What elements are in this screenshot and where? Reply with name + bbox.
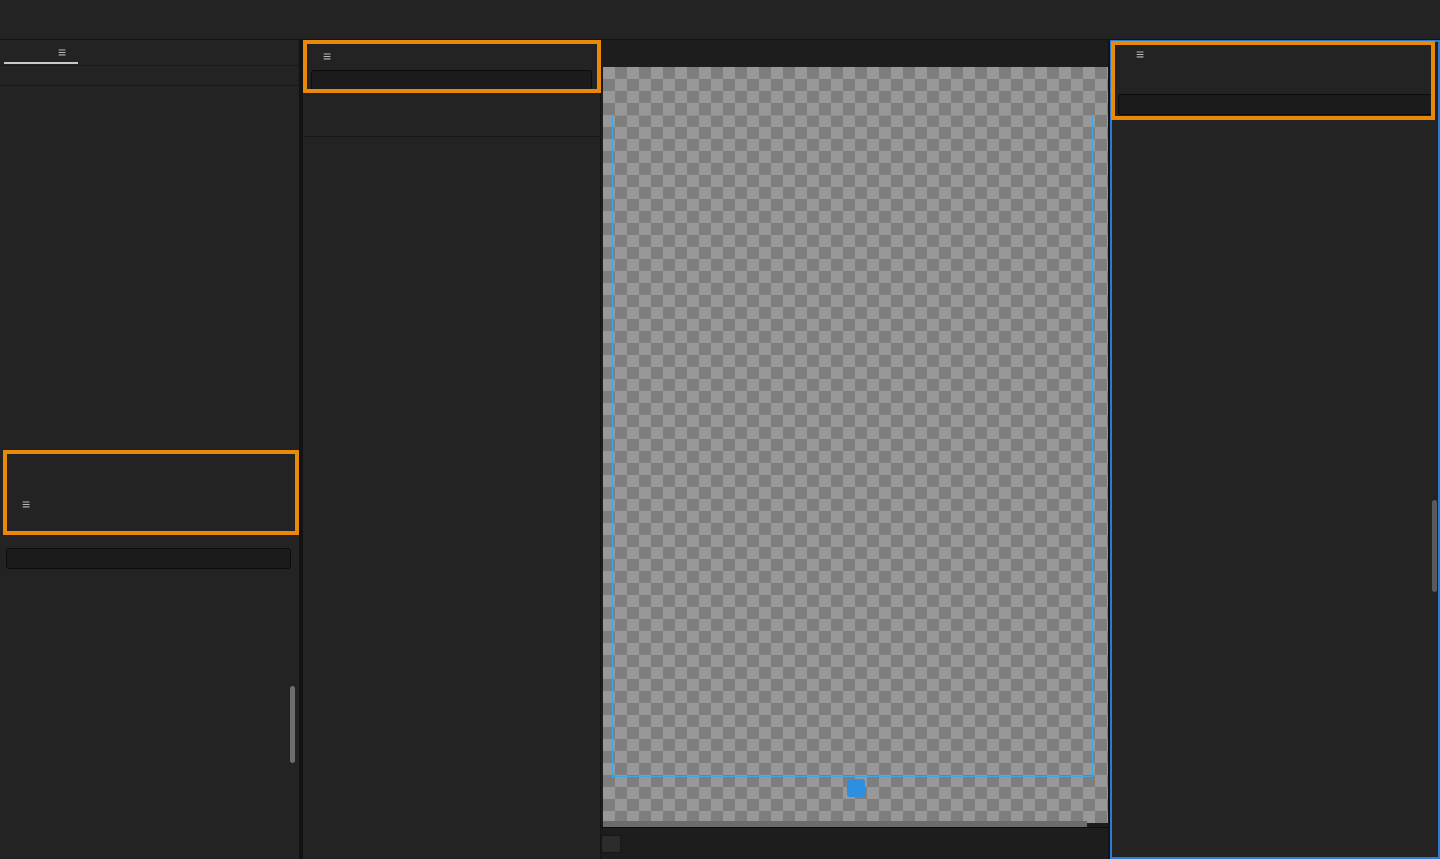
trigger-search-input[interactable] (6, 548, 291, 569)
trigger-scrollbar[interactable] (290, 686, 295, 763)
properties-scrollbar[interactable] (1432, 500, 1437, 592)
puppet-panel: ≡ (303, 40, 600, 859)
tree-column-header (303, 118, 600, 137)
trigger-set-row[interactable] (0, 522, 299, 546)
properties-panel-menu-icon[interactable]: ≡ (1136, 46, 1144, 62)
properties-panel: ≡ (1110, 40, 1440, 859)
home-button[interactable] (14, 8, 42, 32)
canvas-toolbar (601, 827, 1108, 859)
zoom-dropdown-button[interactable] (601, 835, 621, 853)
tab-projekt-underline (4, 62, 78, 64)
properties-target-row (1110, 70, 1440, 90)
project-footer-toolbar (0, 424, 299, 448)
chloe-character-artwork[interactable] (601, 40, 1108, 827)
properties-panel-title: ≡ (1122, 46, 1144, 62)
puppet-root-row[interactable] (303, 96, 600, 116)
add-to-scene-button[interactable] (847, 779, 865, 797)
trigger-panel-menu-icon[interactable]: ≡ (22, 496, 30, 512)
puppet-panel-menu-icon[interactable]: ≡ (323, 48, 331, 64)
project-panel-tabs: ≡ (0, 40, 299, 66)
puppet-panel-header: ≡ (315, 48, 331, 64)
trigger-panel: ≡ (0, 490, 299, 859)
project-panel-menu-icon[interactable]: ≡ (58, 44, 66, 60)
properties-search-input[interactable] (1118, 94, 1432, 115)
project-column-header (0, 67, 299, 86)
project-panel: ≡ ≡ (0, 40, 299, 859)
body-face-tag-diagram[interactable] (1110, 455, 1440, 859)
puppet-search-input[interactable] (311, 70, 592, 91)
trigger-panel-title: ≡ (8, 496, 30, 512)
scene-canvas[interactable] (601, 40, 1108, 859)
top-bar (0, 0, 1440, 40)
character-animator-app: ≡ ≡ (0, 0, 1440, 859)
